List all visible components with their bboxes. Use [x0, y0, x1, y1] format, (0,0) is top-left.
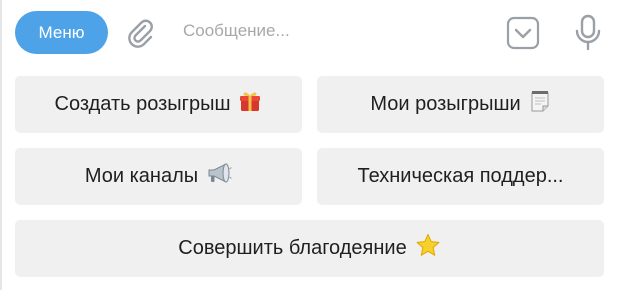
good-deed-button[interactable]: Совершить благодеяние	[15, 220, 604, 276]
tech-support-label: Техническая поддер...	[357, 164, 564, 187]
gift-icon	[238, 89, 262, 119]
menu-button[interactable]: Меню	[15, 11, 108, 54]
good-deed-label: Совершить благодеяние	[178, 236, 407, 259]
tech-support-button[interactable]: Техническая поддер...	[317, 148, 604, 204]
star-icon	[415, 233, 441, 264]
my-giveaways-label: Мои розыгрыши	[370, 92, 521, 115]
paperclip-icon[interactable]	[124, 17, 158, 51]
megaphone-icon	[206, 161, 232, 191]
my-channels-button[interactable]: Мои каналы	[15, 148, 302, 204]
my-giveaways-button[interactable]: Мои розыгрыши	[317, 76, 604, 132]
keyboard-toggle-icon[interactable]	[505, 15, 541, 51]
notepad-icon	[529, 89, 551, 119]
menu-button-label: Меню	[38, 22, 85, 42]
chat-composer-area: Меню Создать розыгрыш	[0, 0, 623, 290]
create-giveaway-label: Создать розыгрыш	[54, 92, 231, 115]
message-composer: Меню	[0, 0, 623, 64]
create-giveaway-button[interactable]: Создать розыгрыш	[15, 76, 302, 132]
microphone-icon[interactable]	[573, 13, 603, 53]
my-channels-label: Мои каналы	[84, 164, 199, 187]
message-input[interactable]	[183, 14, 483, 48]
